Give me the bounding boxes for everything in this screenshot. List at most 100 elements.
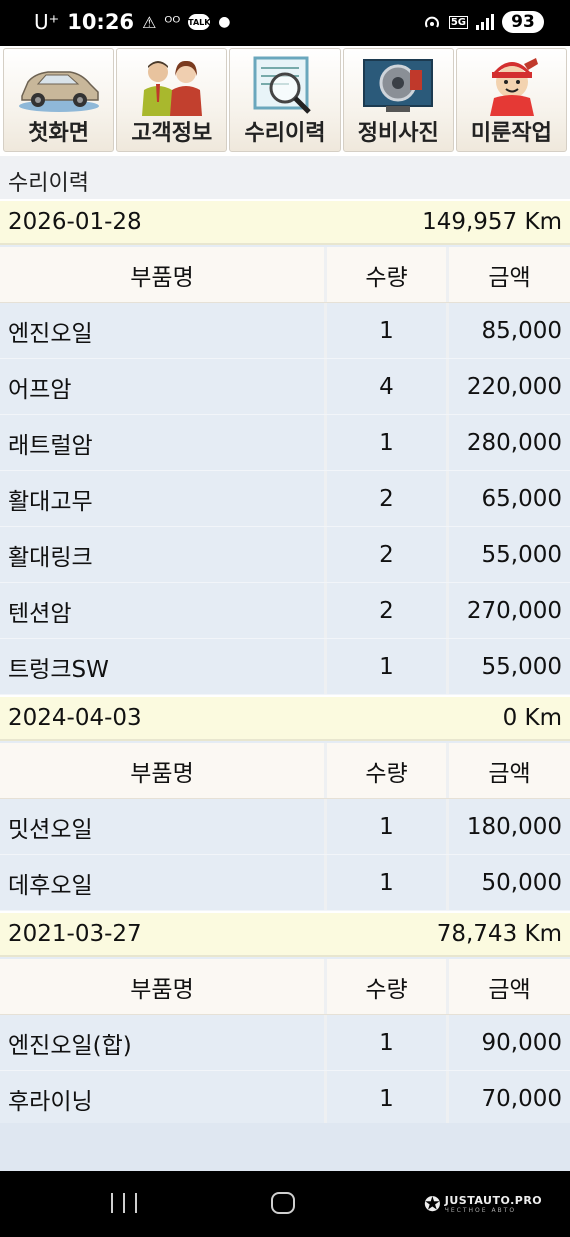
clock: 10:26 bbox=[67, 10, 135, 34]
voicemail-icon: ᴼᴼ bbox=[164, 12, 181, 32]
record-date: 2024-04-03 bbox=[8, 705, 142, 731]
nav-pending-label: 미룬작업 bbox=[470, 121, 552, 146]
watermark-title: JUSTAUTO.PRO bbox=[444, 1193, 543, 1207]
part-name: 밋션오일 bbox=[8, 816, 93, 843]
part-name: 데후오일 bbox=[8, 872, 93, 899]
part-amount: 70,000 bbox=[446, 1071, 570, 1126]
recent-apps-icon[interactable] bbox=[111, 1193, 137, 1213]
car-icon bbox=[15, 55, 103, 117]
nav-home-label: 첫화면 bbox=[28, 121, 89, 146]
col-part-header: 부품명 bbox=[130, 760, 194, 787]
record-mileage: 149,957 Km bbox=[422, 209, 562, 235]
part-qty: 1 bbox=[324, 415, 446, 470]
hotspot-icon bbox=[423, 13, 441, 31]
part-qty: 1 bbox=[324, 799, 446, 854]
nav-customer-button[interactable]: 고객정보 bbox=[116, 48, 228, 152]
part-amount: 55,000 bbox=[446, 527, 570, 582]
col-qty-header: 수량 bbox=[324, 743, 446, 798]
table-row[interactable]: 래트럴암 1 280,000 bbox=[0, 415, 570, 471]
part-name: 활대고무 bbox=[8, 488, 93, 515]
part-qty: 1 bbox=[324, 1071, 446, 1126]
nav-photos-label: 정비사진 bbox=[357, 121, 439, 146]
table-header: 부품명 수량 금액 bbox=[0, 743, 570, 799]
part-name: 후라이닝 bbox=[8, 1088, 93, 1115]
table-header: 부품명 수량 금액 bbox=[0, 959, 570, 1015]
part-name: 어프암 bbox=[8, 376, 72, 403]
table-row[interactable]: 텐션암 2 270,000 bbox=[0, 583, 570, 639]
record-header[interactable]: 2026-01-28 149,957 Km bbox=[0, 199, 570, 245]
page-title: 수리이력 bbox=[0, 156, 570, 199]
part-amount: 85,000 bbox=[446, 303, 570, 358]
part-amount: 90,000 bbox=[446, 1015, 570, 1070]
part-amount: 65,000 bbox=[446, 471, 570, 526]
nav-home-button[interactable]: 첫화면 bbox=[3, 48, 115, 152]
nav-pending-button[interactable]: 미룬작업 bbox=[455, 48, 568, 152]
home-icon[interactable] bbox=[271, 1192, 295, 1214]
part-qty: 1 bbox=[324, 303, 446, 358]
part-name: 트렁크SW bbox=[8, 656, 109, 683]
col-qty-header: 수량 bbox=[324, 247, 446, 302]
mechanic-icon bbox=[467, 55, 555, 117]
warning-icon: ⚠ bbox=[142, 12, 157, 32]
part-qty: 2 bbox=[324, 583, 446, 638]
record-date: 2026-01-28 bbox=[8, 209, 142, 235]
watermark: ✪ JUSTAUTO.PRO ЧЕСТНОЕ АВТО bbox=[424, 1192, 542, 1216]
table-row[interactable]: 활대고무 2 65,000 bbox=[0, 471, 570, 527]
network-type-icon: 5G bbox=[448, 15, 468, 29]
top-nav: 첫화면 고객정보 수리이력 정비사진 미룬작업 bbox=[0, 46, 570, 156]
nav-history-button[interactable]: 수리이력 bbox=[229, 48, 341, 152]
col-amount-header: 금액 bbox=[446, 743, 570, 798]
table-row[interactable]: 데후오일 1 50,000 bbox=[0, 855, 570, 911]
table-row[interactable]: 엔진오일 1 85,000 bbox=[0, 303, 570, 359]
notification-dot-icon: ● bbox=[218, 14, 231, 30]
part-amount: 55,000 bbox=[446, 639, 570, 694]
part-qty: 4 bbox=[324, 359, 446, 414]
part-amount: 280,000 bbox=[446, 415, 570, 470]
part-qty: 2 bbox=[324, 471, 446, 526]
part-qty: 1 bbox=[324, 1015, 446, 1070]
table-row[interactable]: 활대링크 2 55,000 bbox=[0, 527, 570, 583]
col-amount-header: 금액 bbox=[446, 959, 570, 1014]
watermark-logo-icon: ✪ bbox=[424, 1192, 441, 1216]
nav-customer-label: 고객정보 bbox=[131, 121, 213, 146]
part-qty: 1 bbox=[324, 855, 446, 910]
watermark-subtitle: ЧЕСТНОЕ АВТО bbox=[444, 1206, 517, 1214]
record-mileage: 0 Km bbox=[502, 705, 562, 731]
part-name: 엔진오일(합) bbox=[8, 1032, 132, 1059]
table-row[interactable]: 엔진오일(합) 1 90,000 bbox=[0, 1015, 570, 1071]
part-name: 활대링크 bbox=[8, 544, 93, 571]
part-amount: 220,000 bbox=[446, 359, 570, 414]
document-magnifier-icon bbox=[241, 55, 329, 117]
status-bar: U⁺ 10:26 ⚠ ᴼᴼ TALK ● 5G 93 bbox=[0, 0, 570, 46]
table-row[interactable]: 트렁크SW 1 55,000 bbox=[0, 639, 570, 695]
nav-photos-button[interactable]: 정비사진 bbox=[342, 48, 454, 152]
record-mileage: 78,743 Km bbox=[436, 921, 562, 947]
battery-indicator: 93 bbox=[502, 11, 544, 33]
customers-icon bbox=[128, 55, 216, 117]
record-date: 2021-03-27 bbox=[8, 921, 142, 947]
empty-area bbox=[0, 1123, 570, 1171]
col-qty-header: 수량 bbox=[324, 959, 446, 1014]
brake-photo-icon bbox=[354, 55, 442, 117]
part-amount: 180,000 bbox=[446, 799, 570, 854]
part-qty: 1 bbox=[324, 639, 446, 694]
part-qty: 2 bbox=[324, 527, 446, 582]
part-amount: 270,000 bbox=[446, 583, 570, 638]
col-part-header: 부품명 bbox=[130, 264, 194, 291]
signal-icon bbox=[476, 14, 494, 30]
col-part-header: 부품명 bbox=[130, 976, 194, 1003]
system-nav-bar: ✪ JUSTAUTO.PRO ЧЕСТНОЕ АВТО bbox=[0, 1171, 570, 1237]
col-amount-header: 금액 bbox=[446, 247, 570, 302]
table-row[interactable]: 밋션오일 1 180,000 bbox=[0, 799, 570, 855]
table-row[interactable]: 후라이닝 1 70,000 bbox=[0, 1071, 570, 1127]
part-name: 엔진오일 bbox=[8, 320, 93, 347]
part-amount: 50,000 bbox=[446, 855, 570, 910]
carrier-label: U⁺ bbox=[34, 10, 60, 34]
nav-history-label: 수리이력 bbox=[244, 121, 326, 146]
table-row[interactable]: 어프암 4 220,000 bbox=[0, 359, 570, 415]
record-header[interactable]: 2021-03-27 78,743 Km bbox=[0, 911, 570, 957]
table-header: 부품명 수량 금액 bbox=[0, 247, 570, 303]
part-name: 텐션암 bbox=[8, 600, 72, 627]
talk-icon: TALK bbox=[188, 14, 210, 30]
record-header[interactable]: 2024-04-03 0 Km bbox=[0, 695, 570, 741]
